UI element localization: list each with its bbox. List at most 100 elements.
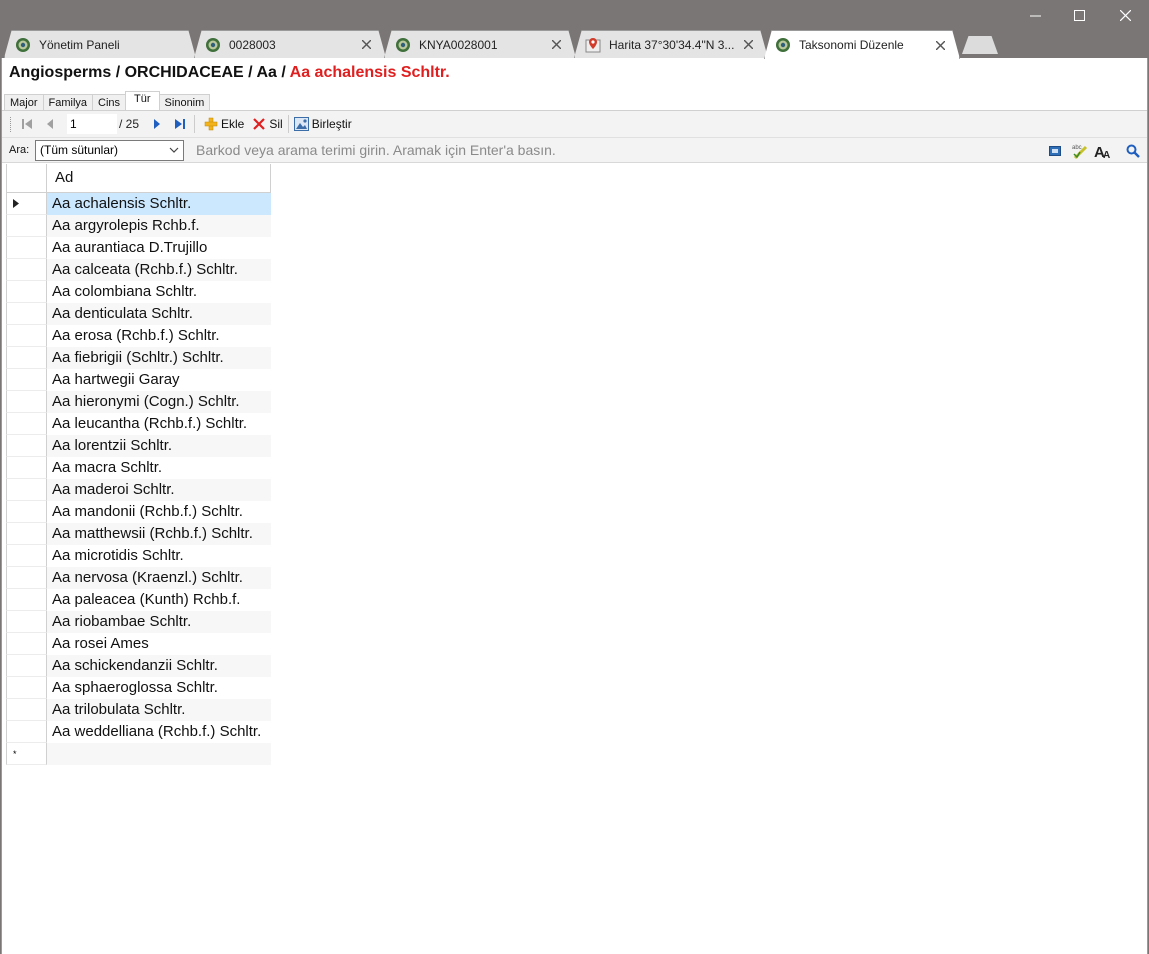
- cell-ad[interactable]: Aa fiebrigii (Schltr.) Schltr.: [47, 347, 271, 369]
- cell-ad[interactable]: Aa calceata (Rchb.f.) Schltr.: [47, 259, 271, 281]
- table-row[interactable]: Aa mandonii (Rchb.f.) Schltr.: [6, 501, 271, 523]
- cell-ad[interactable]: Aa paleacea (Kunth) Rchb.f.: [47, 589, 271, 611]
- cell-ad[interactable]: Aa sphaeroglossa Schltr.: [47, 677, 271, 699]
- tab-yonetim-paneli[interactable]: Yönetim Paneli: [4, 30, 196, 58]
- table-row[interactable]: Aa hartwegii Garay: [6, 369, 271, 391]
- row-header[interactable]: [6, 523, 47, 545]
- cell-ad[interactable]: Aa hartwegii Garay: [47, 369, 271, 391]
- tab-0028003[interactable]: 0028003: [194, 30, 386, 58]
- previous-page-button[interactable]: [41, 114, 59, 134]
- table-row[interactable]: Aa lorentzii Schltr.: [6, 435, 271, 457]
- table-row[interactable]: Aa nervosa (Kraenzl.) Schltr.: [6, 567, 271, 589]
- merge-button[interactable]: Birleştir: [293, 117, 352, 131]
- row-header[interactable]: [6, 479, 47, 501]
- row-header[interactable]: [6, 193, 47, 215]
- first-page-button[interactable]: [18, 114, 36, 134]
- cell-ad[interactable]: Aa leucantha (Rchb.f.) Schltr.: [47, 413, 271, 435]
- search-input[interactable]: Barkod veya arama terimi girin. Aramak i…: [192, 139, 1022, 161]
- tab-familya[interactable]: Familya: [42, 94, 94, 111]
- new-row[interactable]: *: [6, 743, 271, 765]
- table-row[interactable]: Aa fiebrigii (Schltr.) Schltr.: [6, 347, 271, 369]
- row-header[interactable]: [6, 325, 47, 347]
- table-row[interactable]: Aa calceata (Rchb.f.) Schltr.: [6, 259, 271, 281]
- tab-knya0028001[interactable]: KNYA0028001: [384, 30, 576, 58]
- delete-button[interactable]: Sil: [252, 117, 283, 131]
- table-row[interactable]: Aa leucantha (Rchb.f.) Schltr.: [6, 413, 271, 435]
- cell-ad[interactable]: Aa achalensis Schltr.: [47, 193, 271, 215]
- row-header[interactable]: [6, 699, 47, 721]
- cell-ad[interactable]: Aa erosa (Rchb.f.) Schltr.: [47, 325, 271, 347]
- maximize-button[interactable]: [1056, 2, 1102, 28]
- table-row[interactable]: Aa sphaeroglossa Schltr.: [6, 677, 271, 699]
- tab-close-button[interactable]: [741, 38, 755, 52]
- table-row[interactable]: Aa matthewsii (Rchb.f.) Schltr.: [6, 523, 271, 545]
- cell-ad[interactable]: Aa aurantiaca D.Trujillo: [47, 237, 271, 259]
- cell-ad[interactable]: Aa matthewsii (Rchb.f.) Schltr.: [47, 523, 271, 545]
- spellcheck-button[interactable]: abc: [1069, 141, 1089, 161]
- table-row[interactable]: Aa maderoi Schltr.: [6, 479, 271, 501]
- column-header-ad[interactable]: Ad: [47, 164, 271, 192]
- table-row[interactable]: Aa microtidis Schltr.: [6, 545, 271, 567]
- row-header[interactable]: [6, 655, 47, 677]
- table-row[interactable]: Aa hieronymi (Cogn.) Schltr.: [6, 391, 271, 413]
- new-row-cell[interactable]: [47, 743, 271, 765]
- cell-ad[interactable]: Aa weddelliana (Rchb.f.) Schltr.: [47, 721, 271, 743]
- row-header[interactable]: [6, 281, 47, 303]
- tab-sinonim[interactable]: Sinonim: [158, 94, 211, 111]
- row-header[interactable]: [6, 677, 47, 699]
- cell-ad[interactable]: Aa colombiana Schltr.: [47, 281, 271, 303]
- tab-major[interactable]: Major: [4, 94, 44, 111]
- row-header[interactable]: [6, 347, 47, 369]
- cell-ad[interactable]: Aa macra Schltr.: [47, 457, 271, 479]
- row-header[interactable]: [6, 633, 47, 655]
- row-header[interactable]: [6, 457, 47, 479]
- cell-ad[interactable]: Aa hieronymi (Cogn.) Schltr.: [47, 391, 271, 413]
- next-page-button[interactable]: [148, 114, 166, 134]
- table-row[interactable]: Aa weddelliana (Rchb.f.) Schltr.: [6, 721, 271, 743]
- table-row[interactable]: Aa argyrolepis Rchb.f.: [6, 215, 271, 237]
- cell-ad[interactable]: Aa maderoi Schltr.: [47, 479, 271, 501]
- search-button[interactable]: [1123, 141, 1143, 161]
- row-header[interactable]: [6, 413, 47, 435]
- row-header[interactable]: [6, 545, 47, 567]
- table-row[interactable]: Aa riobambae Schltr.: [6, 611, 271, 633]
- table-row[interactable]: Aa trilobulata Schltr.: [6, 699, 271, 721]
- cell-ad[interactable]: Aa lorentzii Schltr.: [47, 435, 271, 457]
- cell-ad[interactable]: Aa denticulata Schltr.: [47, 303, 271, 325]
- cell-ad[interactable]: Aa riobambae Schltr.: [47, 611, 271, 633]
- table-row[interactable]: Aa aurantiaca D.Trujillo: [6, 237, 271, 259]
- row-header[interactable]: [6, 721, 47, 743]
- add-button[interactable]: Ekle: [204, 117, 244, 131]
- cell-ad[interactable]: Aa trilobulata Schltr.: [47, 699, 271, 721]
- minimize-button[interactable]: [1012, 2, 1058, 28]
- row-header[interactable]: [6, 435, 47, 457]
- tab-close-button[interactable]: [359, 38, 373, 52]
- new-tab-button[interactable]: [962, 36, 998, 54]
- row-header[interactable]: [6, 391, 47, 413]
- row-header[interactable]: [6, 215, 47, 237]
- row-header[interactable]: [6, 303, 47, 325]
- tab-cins[interactable]: Cins: [92, 94, 127, 111]
- table-row[interactable]: Aa achalensis Schltr.: [6, 193, 271, 215]
- cell-ad[interactable]: Aa argyrolepis Rchb.f.: [47, 215, 271, 237]
- search-column-select[interactable]: (Tüm sütunlar): [35, 139, 184, 161]
- row-header[interactable]: [6, 259, 47, 281]
- close-window-button[interactable]: [1102, 2, 1148, 28]
- row-header[interactable]: [6, 567, 47, 589]
- row-header[interactable]: [6, 611, 47, 633]
- tab-taksonomi-duzenle[interactable]: Taksonomi Düzenle: [764, 30, 960, 59]
- table-row[interactable]: Aa colombiana Schltr.: [6, 281, 271, 303]
- table-row[interactable]: Aa paleacea (Kunth) Rchb.f.: [6, 589, 271, 611]
- toolbar-grip[interactable]: [10, 116, 13, 132]
- table-row[interactable]: Aa schickendanzii Schltr.: [6, 655, 271, 677]
- tab-tur[interactable]: Tür: [125, 91, 160, 111]
- tab-harita[interactable]: Harita 37°30'34.4"N 3...: [574, 30, 768, 58]
- row-header[interactable]: [6, 501, 47, 523]
- row-header[interactable]: [6, 237, 47, 259]
- last-page-button[interactable]: [171, 114, 189, 134]
- cell-ad[interactable]: Aa nervosa (Kraenzl.) Schltr.: [47, 567, 271, 589]
- table-row[interactable]: Aa erosa (Rchb.f.) Schltr.: [6, 325, 271, 347]
- grid-corner[interactable]: [6, 164, 47, 192]
- table-row[interactable]: Aa macra Schltr.: [6, 457, 271, 479]
- tab-close-button[interactable]: [933, 38, 947, 52]
